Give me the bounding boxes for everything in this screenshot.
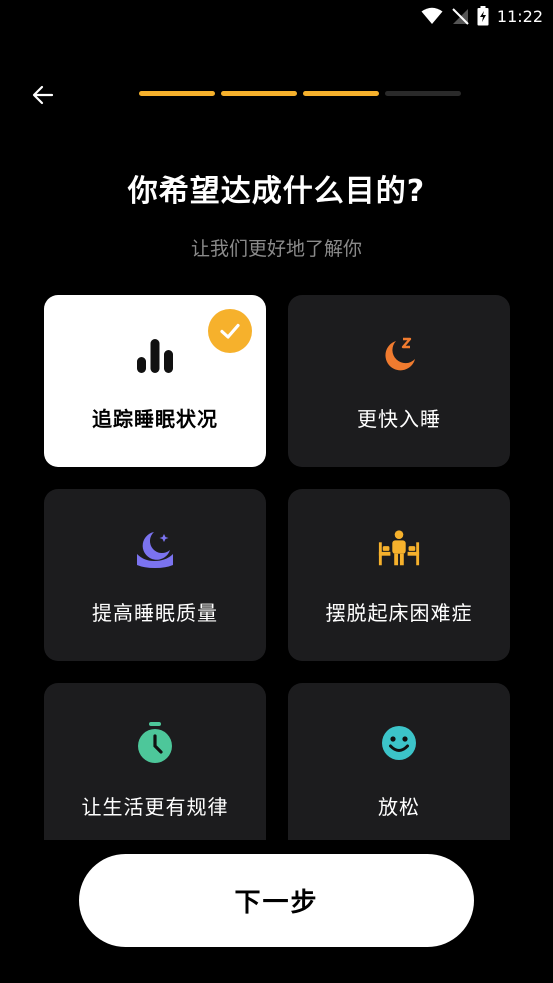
option-label: 摆脱起床困难症 xyxy=(325,601,473,625)
stopwatch-icon xyxy=(133,721,177,765)
status-time: 11:22 xyxy=(496,6,543,26)
option-label: 追踪睡眠状况 xyxy=(92,407,218,431)
bar-chart-icon xyxy=(133,333,177,377)
no-signal-icon xyxy=(452,8,469,25)
moon-zzz-icon xyxy=(377,333,421,377)
progress-segment xyxy=(385,91,461,96)
option-label: 放松 xyxy=(378,795,420,819)
status-bar: 11:22 xyxy=(0,0,553,32)
option-wake-up-difficulty[interactable]: 摆脱起床困难症 xyxy=(288,489,510,661)
page-subtitle: 让我们更好地了解你 xyxy=(190,238,362,260)
back-button[interactable] xyxy=(26,78,60,112)
smiley-icon xyxy=(377,721,421,765)
moon-pillow-icon xyxy=(133,527,177,571)
arrow-left-icon xyxy=(32,85,54,105)
option-label: 让生活更有规律 xyxy=(81,795,229,819)
progress-segment xyxy=(139,91,215,96)
option-label: 更快入睡 xyxy=(357,407,441,431)
option-regular-life[interactable]: 让生活更有规律 xyxy=(44,683,266,840)
progress-indicator xyxy=(139,91,461,96)
wifi-icon xyxy=(421,7,443,24)
next-button[interactable]: 下一步 xyxy=(79,854,474,947)
options-grid: 追踪睡眠状况 更快入睡 提高睡眠质量 摆脱起床困难症 让生活更有规律 放松 xyxy=(44,295,510,840)
battery-charging-icon xyxy=(477,6,489,26)
progress-segment xyxy=(221,91,297,96)
person-bed-icon xyxy=(377,527,421,571)
option-fall-asleep-faster[interactable]: 更快入睡 xyxy=(288,295,510,467)
progress-segment xyxy=(303,91,379,96)
option-label: 提高睡眠质量 xyxy=(92,601,218,625)
option-improve-sleep-quality[interactable]: 提高睡眠质量 xyxy=(44,489,266,661)
page-title: 你希望达成什么目的? xyxy=(127,174,426,209)
check-icon xyxy=(208,309,252,353)
option-relax[interactable]: 放松 xyxy=(288,683,510,840)
options-scroll-area[interactable]: 追踪睡眠状况 更快入睡 提高睡眠质量 摆脱起床困难症 让生活更有规律 放松 xyxy=(44,295,510,840)
option-track-sleep[interactable]: 追踪睡眠状况 xyxy=(44,295,266,467)
